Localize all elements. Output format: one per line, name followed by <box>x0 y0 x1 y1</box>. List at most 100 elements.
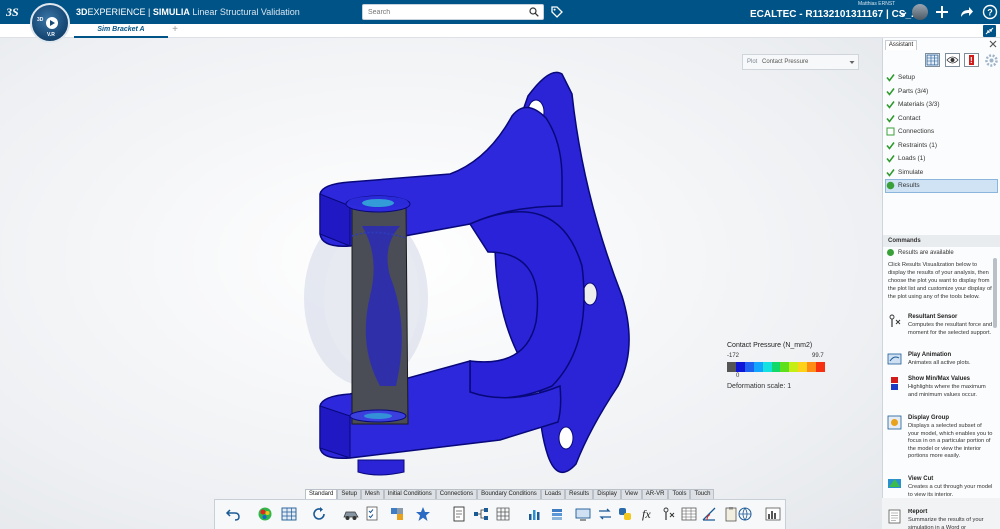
help-icon[interactable]: ? <box>982 4 998 20</box>
workflow-step-label: Materials (3/3) <box>898 101 940 109</box>
tab-bar: Sim Bracket A + <box>0 24 1000 38</box>
legend-color-swatch <box>762 362 772 372</box>
collapse-icon[interactable] <box>983 25 996 37</box>
svg-text:fx: fx <box>642 507 651 521</box>
action-tab-loads[interactable]: Loads <box>540 489 566 499</box>
workflow-step[interactable]: Materials (3/3) <box>886 98 998 112</box>
globe-icon[interactable] <box>737 506 753 522</box>
command-desc: Displays a selected subset of your model… <box>908 423 993 459</box>
tab-sim-bracket-a[interactable]: Sim Bracket A <box>74 24 168 38</box>
action-tab-ar-vr[interactable]: AR-VR <box>641 489 669 499</box>
command-display-group[interactable]: Display Group Displays a selected subset… <box>887 415 995 463</box>
legend-color-swatch <box>816 362 825 372</box>
search-box[interactable] <box>362 4 544 20</box>
command-view-cut[interactable]: View Cut Creates a cut through your mode… <box>887 476 995 502</box>
tab-assistant[interactable]: Assistant <box>885 40 917 50</box>
assembly-icon[interactable] <box>389 506 405 522</box>
bar-chart-icon[interactable] <box>527 506 543 522</box>
workflow-step[interactable]: Setup <box>886 71 998 85</box>
sensor-icon <box>889 314 901 327</box>
spreadsheet-icon[interactable] <box>681 506 697 522</box>
command-title: Display Group <box>908 415 950 421</box>
view-cut-icon <box>888 479 901 488</box>
undo-icon[interactable] <box>225 506 241 522</box>
command-show-min-max[interactable]: Show Min/Max Values Highlights where the… <box>887 376 995 408</box>
plot-dropdown[interactable]: Plot Contact Pressure <box>742 54 859 70</box>
share-icon[interactable] <box>958 4 974 20</box>
action-tab-tools[interactable]: Tools <box>668 489 691 499</box>
workflow-steps: Setup Parts (3/4) Materials (3/3) Contact Co… <box>885 71 998 193</box>
formula-icon[interactable]: fx <box>641 506 657 522</box>
play-icon[interactable] <box>46 17 58 29</box>
workflow-step-label: Results <box>898 182 920 190</box>
command-play-animation[interactable]: Play Animation Animates all active plots… <box>887 352 995 372</box>
bracket-model[interactable] <box>300 56 650 478</box>
tenant-label[interactable]: ECALTEC - R1132101311167 | CS_... <box>750 9 919 20</box>
screen-icon[interactable] <box>575 506 591 522</box>
command-desc: Computes the resultant force and moment … <box>908 322 993 336</box>
layers-icon[interactable] <box>549 506 565 522</box>
image-icon[interactable] <box>765 506 781 522</box>
angle-icon[interactable] <box>701 506 717 522</box>
table-icon[interactable] <box>281 506 297 522</box>
workflow-step[interactable]: Restraints (1) <box>886 139 998 153</box>
search-input[interactable] <box>368 5 528 19</box>
results-status: Results are available <box>887 249 954 256</box>
3d-viewport[interactable]: Plot Contact Pressure Contact Pressure (… <box>0 38 882 529</box>
action-tab-connections[interactable]: Connections <box>435 489 478 499</box>
gear-icon[interactable] <box>984 53 999 68</box>
appearance-icon[interactable] <box>257 506 273 522</box>
workflow-step[interactable]: Results <box>885 179 998 193</box>
tag-icon[interactable] <box>550 5 564 19</box>
refresh-icon[interactable] <box>311 506 327 522</box>
workflow-step[interactable]: Simulate <box>886 166 998 180</box>
action-tab-setup[interactable]: Setup <box>337 489 362 499</box>
command-report[interactable]: Report Summarize the results of your sim… <box>887 509 995 529</box>
workflow-step[interactable]: Connections <box>886 125 998 139</box>
chevron-down-icon[interactable] <box>899 10 907 18</box>
compass-3d-label: 3D <box>37 17 44 23</box>
car-mesh-icon[interactable] <box>343 506 359 522</box>
grid-icon[interactable] <box>495 506 511 522</box>
action-tab-results[interactable]: Results <box>565 489 594 499</box>
sensor-icon[interactable] <box>661 506 677 522</box>
close-icon[interactable] <box>989 40 997 48</box>
top-bar: 3S 3DEXPERIENCE | SIMULIA Linear Structu… <box>0 0 1000 24</box>
action-tab-boundary-conditions[interactable]: Boundary Conditions <box>477 489 541 499</box>
compass-icon[interactable]: 3D V.R <box>30 3 70 43</box>
3ds-logo[interactable]: 3S <box>5 5 22 19</box>
workflow-step[interactable]: Contact <box>886 112 998 126</box>
user-name: Matthias ERNST <box>858 1 896 7</box>
alert-icon[interactable]: ! <box>964 53 979 67</box>
star-icon[interactable] <box>415 506 431 522</box>
plus-icon[interactable] <box>934 4 950 20</box>
tree-icon[interactable] <box>473 506 489 522</box>
deformation-scale: Deformation scale: 1 <box>727 383 792 390</box>
action-bar: fx <box>214 499 786 529</box>
chevron-down-icon[interactable] <box>849 60 855 65</box>
check-icon <box>886 155 895 164</box>
command-title: Report <box>908 509 928 515</box>
action-tab-display[interactable]: Display <box>593 489 621 499</box>
action-tab-initial-conditions[interactable]: Initial Conditions <box>383 489 436 499</box>
avatar[interactable] <box>912 4 928 20</box>
command-resultant-sensor[interactable]: Resultant Sensor Computes the resultant … <box>887 314 995 344</box>
app-title: 3DEXPERIENCE | SIMULIA Linear Structural… <box>76 7 300 17</box>
python-icon[interactable] <box>617 506 633 522</box>
action-tab-mesh[interactable]: Mesh <box>361 489 384 499</box>
svg-text:?: ? <box>987 8 993 18</box>
checklist-icon[interactable] <box>365 506 381 522</box>
add-tab-button[interactable]: + <box>170 24 180 36</box>
assistant-scrollbar[interactable] <box>993 258 997 328</box>
search-icon[interactable] <box>529 7 539 17</box>
transfer-icon[interactable] <box>597 506 613 522</box>
action-tab-standard[interactable]: Standard <box>305 489 338 499</box>
status-dot-icon <box>886 181 895 190</box>
action-tab-touch[interactable]: Touch <box>690 489 715 499</box>
workflow-step[interactable]: Parts (3/4) <box>886 85 998 99</box>
eye-icon[interactable] <box>945 53 960 67</box>
action-tab-view[interactable]: View <box>620 489 642 499</box>
document-icon[interactable] <box>451 506 467 522</box>
table-icon[interactable] <box>925 53 940 67</box>
workflow-step[interactable]: Loads (1) <box>886 152 998 166</box>
